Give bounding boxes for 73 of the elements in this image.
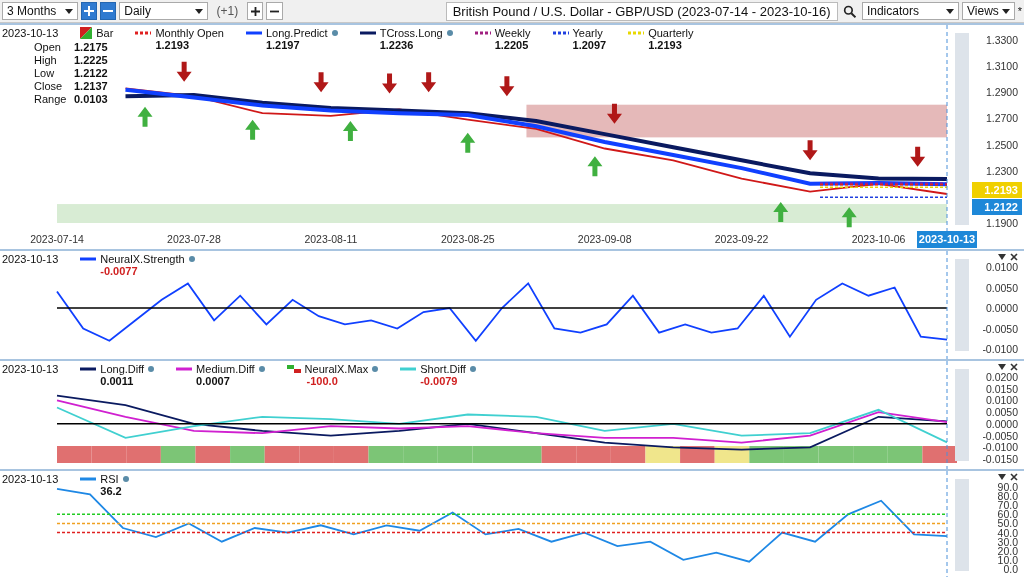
ohlc-label: Low [34,67,56,80]
y-axis-label: 1.2700 [985,112,1018,125]
legend-name: NeuralX.Strength [100,253,185,265]
x-axis-label: 2023-09-08 [577,233,632,245]
offset-label: (+1) [215,4,240,18]
price-badge: 1.2193 [972,182,1022,198]
legend-name: NeuralX.Max [304,363,369,375]
y-axis-label: 0.0050 [985,406,1018,419]
legend-value: 1.2205 [493,39,530,51]
legend-value: 0.0011 [99,375,135,387]
y-axis-label: -0.0100 [982,441,1018,454]
y-axis-label: 0.0100 [985,261,1018,273]
y-axis-label: 0.0150 [985,382,1018,395]
legend-value: 36.2 [99,485,123,497]
y-axis-label: 1.2900 [985,86,1018,99]
legend-value: -0.0077 [99,265,139,277]
legend-value: 1.2193 [647,39,683,51]
ohlc-label: Range [34,93,68,106]
ohlc-value: 0.0103 [74,93,108,106]
y-axis-label: -0.0100 [982,343,1018,355]
y-axis-label: 0.0050 [985,281,1018,294]
legend-name: TCross.Long [379,27,443,39]
price-badge: 1.2122 [972,199,1022,215]
cursor-date-badge: 2023-10-13 [917,231,977,248]
ohlc-value: 1.2137 [74,80,108,93]
legend-name: Quarterly [648,27,694,39]
legend-value: 1.2097 [571,39,607,51]
y-axis-label: 0.0200 [985,371,1018,383]
y-axis-label: 1.2500 [985,138,1018,151]
legend-name: Bar [96,27,114,39]
y-axis-label: 1.3100 [985,60,1018,73]
y-axis-label: -0.0150 [982,453,1018,465]
y-axis-label: -0.0050 [982,429,1018,442]
legend-value: 1.2197 [264,39,301,51]
y-axis-label: 1.1900 [985,217,1018,229]
y-axis-label: -0.0050 [982,322,1018,335]
ohlc-value: 1.2122 [74,67,108,80]
x-axis-label: 2023-07-14 [30,233,84,245]
y-axis-label: 1.3300 [985,34,1018,46]
ohlc-label: Close [34,80,64,93]
ohlc-label: Open [34,41,62,54]
legend-value: -0.0079 [419,375,459,387]
legend-value: 1.2193 [154,39,191,51]
legend-date: 2023-10-13 [2,27,59,39]
legend-name: Long.Predict [265,27,328,39]
legend-name: Short.Diff [420,363,466,375]
y-axis-label: 0.0000 [985,417,1018,430]
x-axis-label: 2023-08-25 [440,233,495,245]
legend-date: 2023-10-13 [2,473,59,485]
legend-name: RSI [100,473,119,485]
x-axis-label: 2023-07-28 [167,233,221,245]
ohlc-value: 1.2225 [74,54,108,67]
y-axis-label: 0.0 [1003,563,1018,575]
y-axis-label: 90.0 [997,481,1018,493]
modified-mark: * [1017,5,1022,17]
legend-date: 2023-10-13 [2,253,59,265]
legend-name: Yearly [572,27,603,39]
legend-value: 0.0007 [195,375,231,387]
legend-name: Weekly [494,27,531,39]
x-axis-label: 2023-10-06 [851,233,906,245]
y-axis-label: 0.0100 [985,394,1018,407]
legend-value: 1.2236 [378,39,415,51]
ohlc-label: High [34,54,58,67]
legend-value: -100.0 [305,375,339,387]
legend-name: Long.Diff [100,363,145,375]
y-axis-label: 0.0000 [985,302,1018,314]
legend-name: Medium.Diff [196,363,255,375]
ohlc-value: 1.2175 [74,41,108,54]
legend-date: 2023-10-13 [2,363,59,375]
y-axis-label: 1.2300 [985,164,1018,177]
x-axis-label: 2023-09-22 [714,233,769,245]
x-axis-label: 2023-08-11 [304,233,358,245]
legend-name: Monthly Open [155,27,224,39]
